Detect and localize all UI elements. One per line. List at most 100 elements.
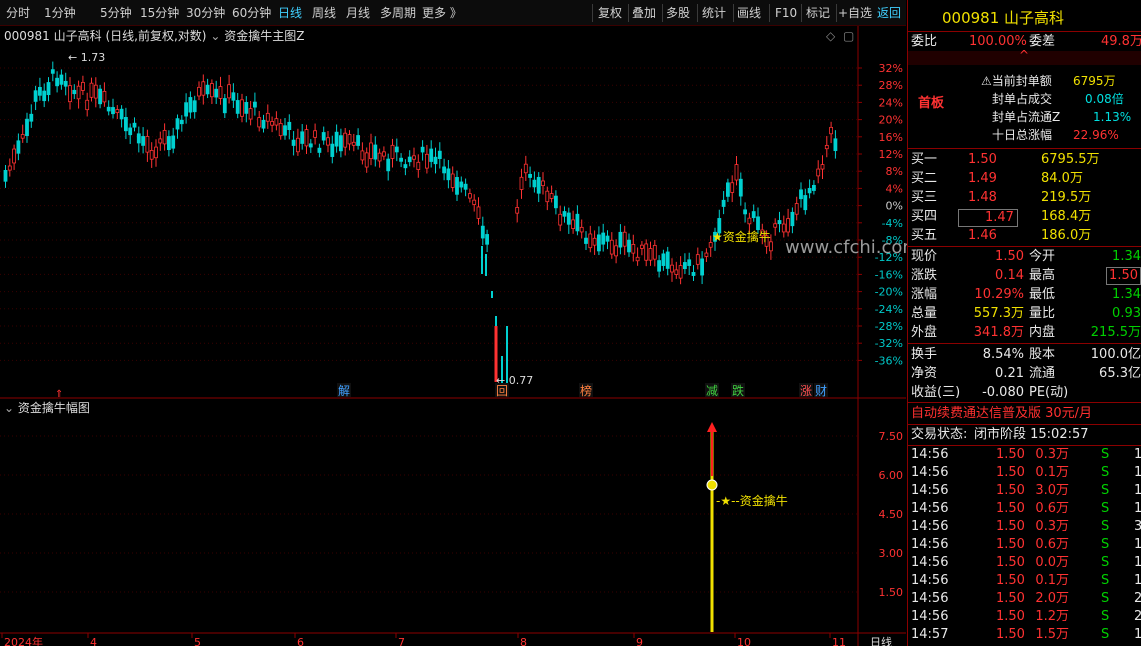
y-tick-label: -32% (875, 337, 903, 350)
candle-body (726, 182, 730, 197)
period-tab-weekly[interactable]: 周线 (312, 5, 336, 21)
f10-button[interactable]: F10 (775, 5, 797, 21)
candle-body (252, 101, 257, 108)
period-tab-daily[interactable]: 日线 (278, 5, 302, 21)
warning-icon: ⚠ (981, 74, 992, 88)
candle-body (55, 77, 59, 87)
candle-body (136, 133, 141, 144)
candle-body (81, 81, 85, 91)
candle-body (833, 138, 838, 152)
period-tab-more[interactable]: 更多 》 (422, 5, 462, 21)
sub-y-tick-label: 6.00 (879, 469, 904, 482)
period-tab-fenshi[interactable]: 分时 (6, 5, 30, 21)
app-window: 分时 1分钟 5分钟 15分钟 30分钟 60分钟 日线 周线 月线 多周期 更… (0, 0, 1141, 646)
candle-body (93, 84, 98, 99)
candle-body (528, 173, 532, 178)
fundamental-value: -0.080 (982, 385, 1024, 400)
bid-volume: 6795.5万 (1041, 152, 1100, 167)
stats-button[interactable]: 统计 (702, 5, 726, 21)
period-tab-60min[interactable]: 60分钟 (232, 5, 271, 21)
chevron-down-icon[interactable]: ⌄ (210, 29, 220, 43)
weibi-label: 委比 (911, 34, 938, 49)
overlay-button[interactable]: 叠加 (632, 5, 656, 21)
period-tab-5min[interactable]: 5分钟 (100, 5, 132, 21)
candle-body (72, 89, 77, 95)
candle-body (343, 132, 348, 148)
candle-body (700, 258, 704, 276)
fuquan-button[interactable]: 复权 (598, 5, 622, 21)
candle-body (68, 85, 72, 103)
bid-price: 1.49 (968, 171, 997, 186)
candle-body (102, 90, 107, 103)
fundamental-value: 100.0亿 (1090, 347, 1141, 362)
bid-volume: 168.4万 (1041, 209, 1092, 224)
fundamental-value: 65.3亿 (1099, 366, 1141, 381)
y-tick-label: 4% (886, 182, 903, 195)
subscription-ad[interactable]: 自动续费通达信普及版 30元/月 (911, 405, 1092, 423)
candle-body (446, 168, 451, 181)
chevron-down-icon[interactable]: ⌄ (4, 401, 14, 415)
tick-count: 2 (1134, 591, 1141, 606)
mark-button[interactable]: 标记 (806, 5, 830, 21)
period-tab-1min[interactable]: 1分钟 (44, 5, 76, 21)
tick-count: 2 (1134, 609, 1141, 624)
candle-body (532, 179, 537, 188)
candle-body (584, 237, 588, 244)
candle-body (3, 170, 8, 182)
candle-body (326, 137, 330, 146)
window-restore-icon[interactable]: ▢ (843, 28, 854, 44)
stat-value: 1.50 (1106, 267, 1141, 285)
candle-body (317, 147, 322, 153)
y-tick-label: 20% (879, 114, 903, 127)
double-up-arrow-icon: ⇑ (55, 389, 63, 400)
toolbar: 分时 1分钟 5分钟 15分钟 30分钟 60分钟 日线 周线 月线 多周期 更… (0, 0, 906, 26)
diamond-icon[interactable]: ◇ (826, 28, 835, 44)
candle-body (222, 98, 227, 114)
fundamental-label: 换手 (911, 347, 938, 362)
candle-body (390, 144, 395, 159)
candle-body (627, 239, 631, 253)
trade-status-label: 交易状态: (911, 427, 968, 442)
sub-indicator-name[interactable]: 资金擒牛幅图 (18, 401, 90, 415)
candle-body (747, 217, 752, 225)
sub-y-tick-label: 3.00 (879, 547, 904, 560)
stat-label: 量比 (1029, 306, 1056, 321)
toolbar-divider (801, 4, 802, 22)
toolbar-divider (628, 4, 629, 22)
period-tab-monthly[interactable]: 月线 (346, 5, 370, 21)
candle-body (433, 156, 438, 165)
candle-body (571, 219, 575, 229)
add-watchlist-button[interactable]: +自选 (838, 5, 872, 21)
seal-float-value: 1.13% (1093, 110, 1132, 124)
candle-body (407, 156, 412, 163)
y-tick-label: -16% (875, 268, 903, 281)
stat-label: 现价 (911, 249, 938, 264)
back-button[interactable]: 返回 (877, 5, 901, 21)
period-tab-30min[interactable]: 30分钟 (186, 5, 225, 21)
kline-chart[interactable]: 32%28%24%20%16%12%8%4%0%-4%-8%-12%-16%-2… (0, 26, 906, 646)
tick-price: 1.50 (996, 591, 1025, 606)
chevron-up-icon[interactable]: ^ (1019, 48, 1029, 62)
fundamental-label: 股本 (1029, 347, 1056, 362)
draw-line-button[interactable]: 画线 (737, 5, 761, 21)
tick-count: 3 (1134, 519, 1141, 534)
candle-body (356, 135, 361, 146)
candle-body (192, 100, 197, 113)
candle-body (480, 225, 485, 239)
toolbar-divider (697, 4, 698, 22)
candle-body (171, 135, 176, 149)
main-indicator-name[interactable]: 资金擒牛主图Z (224, 29, 304, 43)
multi-stock-button[interactable]: 多股 (666, 5, 690, 21)
stat-label: 最高 (1029, 268, 1056, 283)
period-tab-15min[interactable]: 15分钟 (140, 5, 179, 21)
collapse-bar[interactable]: ^ (908, 48, 1141, 65)
tick-time: 14:56 (911, 609, 949, 624)
candle-body (751, 211, 756, 219)
y-tick-label: -4% (882, 217, 903, 230)
stat-label: 总量 (911, 306, 938, 321)
candle-body (360, 150, 365, 161)
candle-body (141, 136, 146, 146)
candle-body (812, 184, 816, 191)
period-tab-multi[interactable]: 多周期 (380, 5, 416, 21)
bid-level-label: 买一 (911, 152, 938, 167)
